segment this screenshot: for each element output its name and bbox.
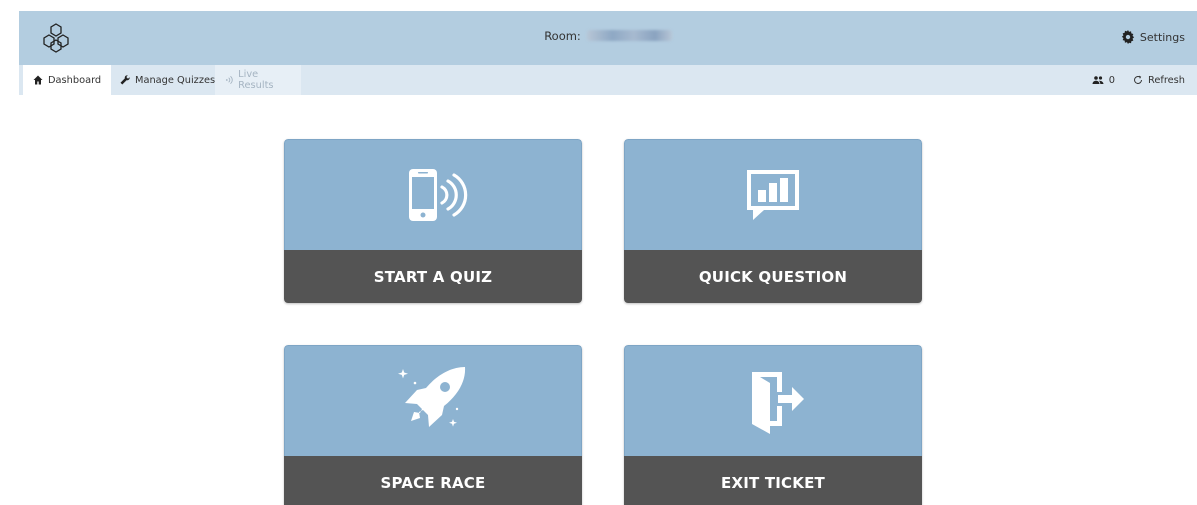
tab-manage-quizzes[interactable]: Manage Quizzes bbox=[110, 65, 225, 95]
tab-live-results[interactable]: Live Results bbox=[215, 65, 301, 95]
room-display: Room: bbox=[19, 29, 1197, 43]
top-band bbox=[0, 0, 1197, 10]
settings-label: Settings bbox=[1139, 30, 1185, 44]
student-count-value: 0 bbox=[1108, 74, 1115, 86]
tab-manage-quizzes-label: Manage Quizzes bbox=[135, 74, 216, 86]
sub-navigation: Dashboard Manage Quizzes Live Results 0 bbox=[19, 65, 1197, 95]
quick-question-card[interactable]: QUICK QUESTION bbox=[624, 139, 922, 303]
space-race-card[interactable]: SPACE RACE bbox=[284, 345, 582, 505]
app-header: Room: Settings bbox=[19, 11, 1197, 65]
rocket-icon bbox=[398, 367, 466, 427]
quick-question-label: QUICK QUESTION bbox=[624, 250, 922, 303]
exit-door-icon bbox=[752, 372, 804, 434]
settings-button[interactable]: Settings bbox=[1121, 30, 1185, 44]
card-top bbox=[284, 139, 582, 250]
card-top bbox=[624, 345, 922, 456]
phone-signal-icon bbox=[409, 169, 468, 221]
tab-dashboard-label: Dashboard bbox=[48, 74, 102, 86]
start-quiz-label: START A QUIZ bbox=[284, 250, 582, 303]
refresh-button[interactable]: Refresh bbox=[1133, 75, 1185, 86]
start-quiz-card[interactable]: START A QUIZ bbox=[284, 139, 582, 303]
card-top bbox=[284, 345, 582, 456]
nav-right-tools: 0 Refresh bbox=[1092, 65, 1185, 95]
broadcast-icon bbox=[225, 76, 233, 84]
room-label: Room: bbox=[544, 29, 581, 43]
exit-ticket-label: EXIT TICKET bbox=[624, 456, 922, 505]
users-icon bbox=[1092, 76, 1104, 84]
refresh-label: Refresh bbox=[1148, 74, 1185, 86]
chat-chart-icon bbox=[747, 170, 799, 220]
student-count[interactable]: 0 bbox=[1092, 75, 1115, 86]
space-race-label: SPACE RACE bbox=[284, 456, 582, 505]
card-top bbox=[624, 139, 922, 250]
refresh-icon bbox=[1134, 75, 1142, 84]
tab-live-results-label: Live Results bbox=[238, 69, 274, 91]
wrench-icon bbox=[120, 75, 130, 85]
exit-ticket-card[interactable]: EXIT TICKET bbox=[624, 345, 922, 505]
tab-dashboard[interactable]: Dashboard bbox=[23, 65, 112, 95]
home-icon bbox=[33, 75, 43, 85]
gear-icon bbox=[1121, 30, 1134, 44]
room-code-redacted bbox=[586, 30, 672, 41]
